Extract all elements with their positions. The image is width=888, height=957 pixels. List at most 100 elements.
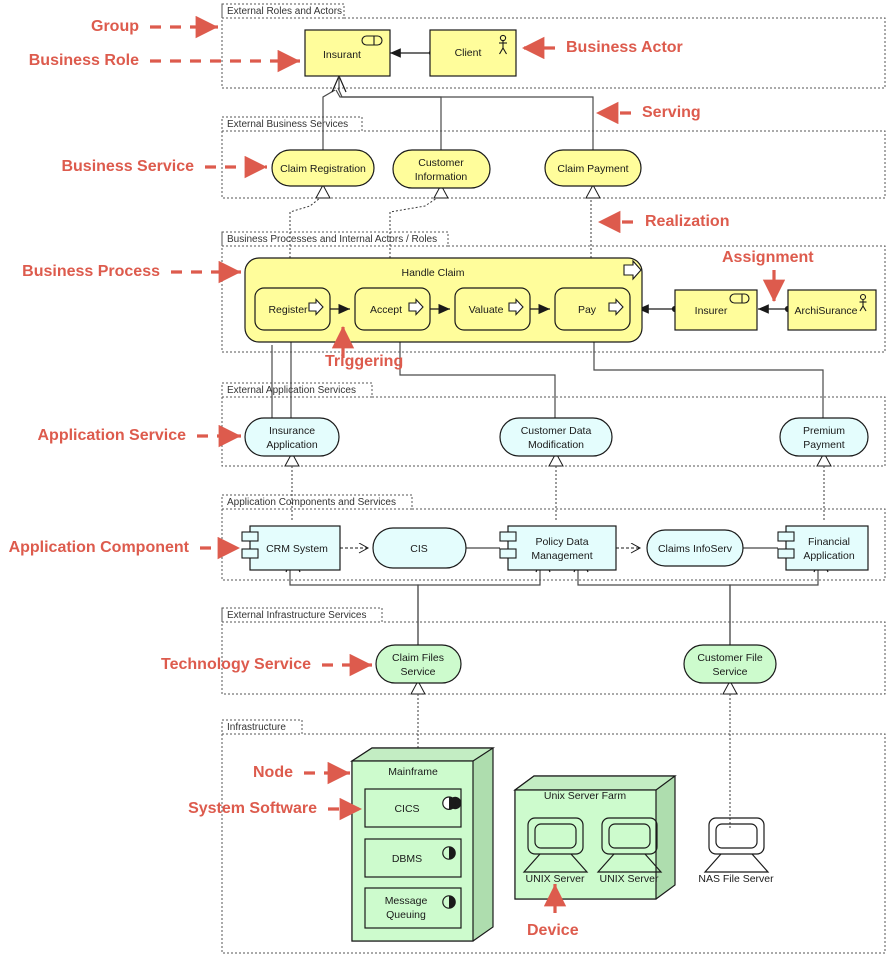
element-label-line2: Application bbox=[803, 550, 855, 562]
annotation-business-role: Business Role bbox=[29, 49, 300, 73]
annotation-label: Application Component bbox=[9, 539, 190, 556]
element-archisurance[interactable]: ArchiSurance bbox=[787, 289, 877, 331]
annotation-system-software: System Software bbox=[188, 797, 362, 821]
element-label-line1: Financial bbox=[808, 536, 850, 548]
element-claim-registration[interactable]: Claim Registration bbox=[271, 149, 375, 187]
annotation-application-service: Application Service bbox=[38, 424, 241, 448]
annotation-label: Business Role bbox=[29, 52, 139, 69]
annotation-label: Business Actor bbox=[566, 39, 683, 56]
annotation-label: Device bbox=[527, 922, 579, 939]
element-label: Insurant bbox=[323, 49, 361, 61]
element-register[interactable]: Register bbox=[254, 287, 331, 331]
element-crm-system[interactable]: CRM System bbox=[241, 525, 341, 571]
annotation-label: Serving bbox=[642, 104, 701, 121]
element-insurance-application[interactable]: Insurance Application bbox=[244, 417, 340, 457]
annotation-label: Business Process bbox=[22, 263, 160, 280]
element-label-line1: Insurance bbox=[269, 425, 315, 437]
element-customer-information[interactable]: Customer Information bbox=[392, 149, 491, 189]
element-dbms[interactable]: DBMS bbox=[364, 838, 462, 878]
element-financial-application[interactable]: Financial Application bbox=[777, 525, 869, 571]
element-label: Pay bbox=[578, 304, 597, 316]
group-external-infrastructure-services: External Infrastructure Services bbox=[221, 607, 886, 695]
group-label: External Business Services bbox=[227, 119, 348, 130]
element-insurant[interactable]: Insurant bbox=[304, 29, 391, 77]
annotation-node: Node bbox=[253, 761, 350, 785]
element-customer-file-service[interactable]: Customer File Service bbox=[683, 644, 777, 684]
element-label: Valuate bbox=[469, 304, 504, 316]
element-mainframe[interactable]: Mainframe CICS DBMS Message Queuing bbox=[349, 747, 496, 942]
annotation-label: Triggering bbox=[325, 353, 403, 370]
element-label: UNIX Server bbox=[526, 873, 585, 885]
element-cis[interactable]: CIS bbox=[372, 527, 467, 569]
element-label-line1: Premium bbox=[803, 425, 845, 437]
annotation-label: System Software bbox=[188, 800, 317, 817]
element-claims-infoserv[interactable]: Claims InfoServ bbox=[646, 529, 744, 567]
annotation-label: Business Service bbox=[61, 158, 194, 175]
element-label: DBMS bbox=[392, 853, 422, 865]
system-software-icon bbox=[442, 796, 462, 810]
element-label-line1: Policy Data bbox=[535, 536, 588, 548]
annotation-technology-service: Technology Service bbox=[161, 653, 372, 677]
element-label: Handle Claim bbox=[401, 267, 464, 279]
group-label: Infrastructure bbox=[227, 722, 286, 733]
annotation-label: Assignment bbox=[722, 249, 814, 266]
element-label: CIS bbox=[410, 543, 428, 555]
annotation-application-component: Application Component bbox=[9, 536, 240, 560]
element-claim-payment[interactable]: Claim Payment bbox=[544, 149, 642, 187]
group-label: Application Components and Services bbox=[227, 497, 396, 508]
element-label: ArchiSurance bbox=[794, 305, 857, 317]
annotation-business-service: Business Service bbox=[61, 155, 267, 179]
element-label: Unix Server Farm bbox=[544, 790, 627, 802]
element-label-line2: Queuing bbox=[386, 909, 426, 921]
group-label: External Infrastructure Services bbox=[227, 610, 367, 621]
element-label: Claim Payment bbox=[557, 163, 628, 175]
element-nas-file-server[interactable]: NAS File Server bbox=[698, 817, 774, 885]
element-label-line2: Modification bbox=[528, 439, 584, 451]
element-label-line2: Service bbox=[400, 666, 435, 678]
element-label: CICS bbox=[394, 803, 419, 815]
element-label: Claim Registration bbox=[280, 163, 366, 175]
annotation-label: Technology Service bbox=[161, 656, 311, 673]
element-label: Client bbox=[455, 47, 482, 59]
element-message-queuing[interactable]: Message Queuing bbox=[364, 887, 462, 929]
element-customer-data-modification[interactable]: Customer Data Modification bbox=[499, 417, 613, 457]
element-label-line2: Management bbox=[531, 550, 592, 562]
element-label-line2: Service bbox=[712, 666, 747, 678]
element-policy-data-management[interactable]: Policy Data Management bbox=[499, 525, 617, 571]
annotation-serving: Serving bbox=[596, 101, 701, 125]
annotation-business-actor: Business Actor bbox=[522, 36, 683, 60]
element-label: UNIX Server bbox=[600, 873, 659, 885]
element-premium-payment[interactable]: Premium Payment bbox=[779, 417, 869, 457]
element-label: Register bbox=[268, 304, 308, 316]
element-label: Insurer bbox=[695, 305, 728, 317]
element-unix-server-farm[interactable]: Unix Server Farm UNIX Server UNIX Server bbox=[513, 775, 677, 900]
element-label-line1: Customer Data bbox=[521, 425, 592, 437]
annotation-business-process: Business Process bbox=[22, 260, 241, 284]
element-valuate[interactable]: Valuate bbox=[454, 287, 531, 331]
element-label: Accept bbox=[370, 304, 402, 316]
archimate-diagram-canvas: External Roles and Actors External Busin… bbox=[0, 0, 888, 957]
element-label-line1: Customer File bbox=[697, 652, 763, 664]
element-label-line2: Information bbox=[415, 171, 468, 183]
element-cics[interactable]: CICS bbox=[364, 788, 462, 828]
element-client[interactable]: Client bbox=[429, 29, 517, 77]
element-label-line2: Application bbox=[266, 439, 318, 451]
element-label: Mainframe bbox=[388, 766, 438, 778]
group-label: External Roles and Actors bbox=[227, 6, 342, 17]
element-label-line2: Payment bbox=[803, 439, 845, 451]
element-accept[interactable]: Accept bbox=[354, 287, 431, 331]
annotation-group: Group bbox=[91, 15, 218, 39]
element-claim-files-service[interactable]: Claim Files Service bbox=[375, 644, 462, 684]
element-label-line1: Claim Files bbox=[392, 652, 444, 664]
device-icon bbox=[703, 817, 770, 873]
element-label: CRM System bbox=[266, 543, 328, 555]
element-pay[interactable]: Pay bbox=[554, 287, 631, 331]
element-insurer[interactable]: Insurer bbox=[674, 289, 758, 331]
annotation-label: Node bbox=[253, 764, 293, 781]
element-label: Claims InfoServ bbox=[658, 543, 733, 555]
element-label-line1: Message bbox=[385, 895, 428, 907]
element-label: NAS File Server bbox=[698, 873, 774, 885]
annotation-label: Group bbox=[91, 18, 139, 35]
group-label: Business Processes and Internal Actors /… bbox=[227, 234, 437, 245]
annotation-label: Application Service bbox=[38, 427, 187, 444]
